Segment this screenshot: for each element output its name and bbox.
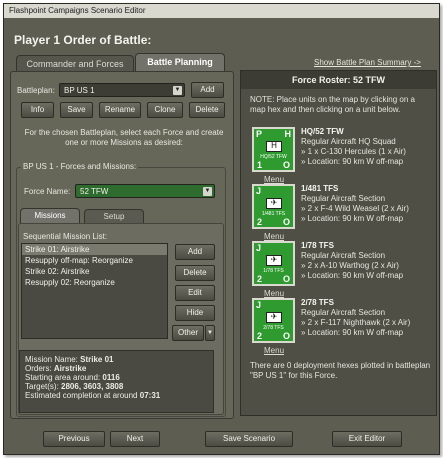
- mission-add-button[interactable]: Add: [175, 244, 215, 260]
- battleplan-save-button[interactable]: Save: [60, 102, 93, 118]
- unit-info: 1/78 TFS Regular Aircraft Section » 2 x …: [301, 241, 404, 280]
- unit-counter-1-481-tfs[interactable]: J ✈ 1/481 TFS 2 O: [252, 184, 295, 229]
- mission-orders-value: Airstrike: [53, 364, 87, 373]
- battleplan-clone-button[interactable]: Clone: [147, 102, 183, 118]
- unit-counter-hq-52-tfw[interactable]: P H H HQ/52 TFW 1 O: [252, 127, 295, 172]
- list-item[interactable]: Resupply 02: Reorganize: [22, 277, 167, 288]
- editor-window: Flashpoint Campaigns Scenario Editor Pla…: [3, 3, 440, 455]
- list-item[interactable]: Resupply off-map: Reorganize: [22, 255, 167, 266]
- page-title: Player 1 Order of Battle:: [14, 33, 152, 47]
- unit-counter-1-78-tfs[interactable]: J ✈ 1/78 TFS 2 O: [252, 241, 295, 286]
- mission-edit-button[interactable]: Edit: [175, 285, 215, 301]
- aircraft-symbol-icon: ✈: [266, 312, 282, 323]
- mission-start-row: Starting area around: 0116: [25, 373, 120, 382]
- mission-targets-row: Target(s): 2806, 3603, 3808: [25, 382, 124, 391]
- hq-symbol-icon: H: [266, 141, 282, 152]
- mission-hide-button[interactable]: Hide: [175, 305, 215, 321]
- mission-name-row: Mission Name: Strike 01: [25, 355, 114, 364]
- exit-editor-button[interactable]: Exit Editor: [332, 431, 402, 447]
- chevron-down-icon: ▼: [173, 86, 182, 95]
- roster-footer-note: There are 0 deployment hexes plotted in …: [250, 361, 431, 380]
- unit-info: HQ/52 TFW Regular Aircraft HQ Squad » 1 …: [301, 127, 406, 166]
- roster-note: NOTE: Place units on the map by clicking…: [250, 95, 415, 114]
- mission-list-label: Sequential Mission List:: [23, 232, 108, 241]
- battleplan-instructions: For the chosen Battleplan, select each F…: [24, 128, 224, 147]
- unit-menu-link[interactable]: Menu: [264, 289, 284, 298]
- battleplan-delete-button[interactable]: Delete: [189, 102, 225, 118]
- list-item[interactable]: Strike 02: Airstrike: [22, 266, 167, 277]
- force-roster-panel: Force Roster: 52 TFW NOTE: Place units o…: [240, 70, 437, 416]
- force-name-label: Force Name:: [24, 187, 71, 196]
- battleplan-rename-button[interactable]: Rename: [99, 102, 141, 118]
- tab-commander-and-forces[interactable]: Commander and Forces: [16, 55, 134, 72]
- mission-start-value: 0116: [102, 373, 120, 382]
- aircraft-symbol-icon: ✈: [266, 198, 282, 209]
- previous-button[interactable]: Previous: [43, 431, 105, 447]
- battleplan-label: Battleplan:: [17, 86, 55, 95]
- battleplan-info-button[interactable]: Info: [21, 102, 54, 118]
- battleplan-add-button[interactable]: Add: [191, 82, 224, 98]
- unit-info: 2/78 TFS Regular Aircraft Section » 2 x …: [301, 298, 411, 337]
- aircraft-symbol-icon: ✈: [266, 255, 282, 266]
- forces-missions-title: BP US 1 - Forces and Missions:: [21, 162, 139, 171]
- list-item[interactable]: Strike 01: Airstrike: [22, 244, 167, 255]
- unit-menu-link[interactable]: Menu: [264, 232, 284, 241]
- mission-completion-row: Estimated completion at around 07:31: [25, 391, 161, 400]
- chevron-down-icon: ▼: [203, 187, 212, 196]
- window-titlebar: Flashpoint Campaigns Scenario Editor: [4, 4, 439, 18]
- mission-other-button[interactable]: Other: [172, 325, 204, 341]
- save-scenario-button[interactable]: Save Scenario: [205, 431, 293, 447]
- force-roster-title: Force Roster: 52 TFW: [241, 71, 436, 89]
- mission-details-box: Mission Name: Strike 01 Orders: Airstrik…: [19, 350, 214, 413]
- tab-setup[interactable]: Setup: [84, 209, 144, 223]
- next-button[interactable]: Next: [110, 431, 160, 447]
- mission-completion-value: 07:31: [139, 391, 161, 400]
- tab-battle-planning[interactable]: Battle Planning: [135, 53, 225, 72]
- unit-menu-link[interactable]: Menu: [264, 175, 284, 184]
- mission-delete-button[interactable]: Delete: [175, 265, 215, 281]
- show-battle-plan-summary-link[interactable]: Show Battle Plan Summary ->: [314, 58, 421, 67]
- force-name-select[interactable]: 52 TFW ▼: [75, 184, 215, 198]
- mission-orders-row: Orders: Airstrike: [25, 364, 87, 373]
- mission-name-value: Strike 01: [80, 355, 114, 364]
- unit-menu-link[interactable]: Menu: [264, 346, 284, 355]
- mission-targets-value: 2806, 3603, 3808: [61, 382, 124, 391]
- unit-info: 1/481 TFS Regular Aircraft Section » 2 x…: [301, 184, 409, 223]
- battleplan-select-value: BP US 1: [64, 86, 95, 95]
- unit-counter-2-78-tfs[interactable]: J ✈ 2/78 TFS 2 O: [252, 298, 295, 343]
- force-name-value: 52 TFW: [80, 187, 109, 196]
- mission-list[interactable]: Strike 01: Airstrike Resupply off-map: R…: [21, 243, 168, 339]
- other-menu-arrow-icon[interactable]: ▼: [205, 325, 215, 341]
- battleplan-select[interactable]: BP US 1 ▼: [59, 83, 185, 97]
- tab-missions[interactable]: Missions: [20, 208, 80, 223]
